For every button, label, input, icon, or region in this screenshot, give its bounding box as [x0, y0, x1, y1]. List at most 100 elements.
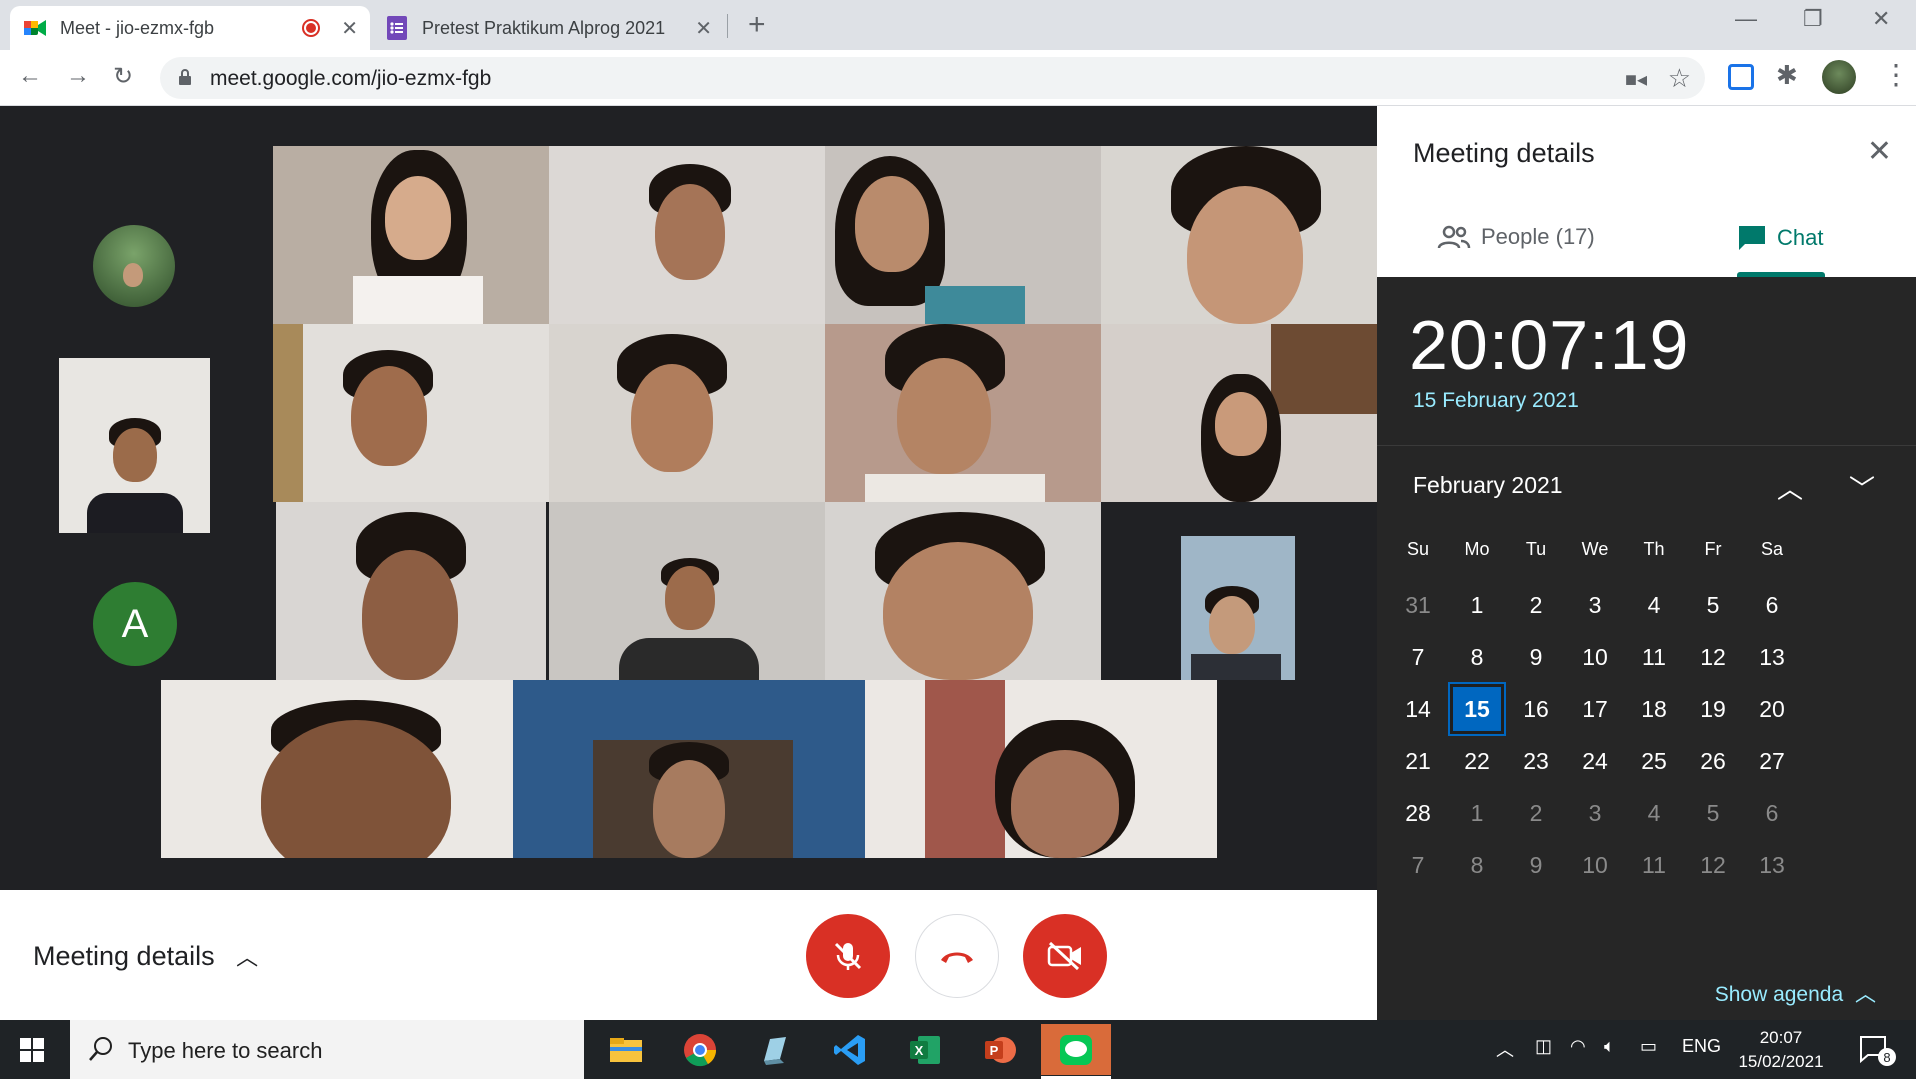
mic-off-button[interactable] — [806, 914, 890, 998]
pen-app-icon[interactable] — [740, 1024, 810, 1075]
close-panel-icon[interactable]: ✕ — [1867, 134, 1892, 169]
tab-meet[interactable]: Meet - jio-ezmx-fgb ✕ — [10, 6, 370, 50]
calendar-day[interactable]: 10 — [1571, 843, 1619, 887]
reload-icon[interactable]: ↻ — [113, 62, 133, 91]
tab-chat[interactable]: Chat — [1737, 224, 1823, 252]
restore-icon[interactable]: ❐ — [1803, 6, 1823, 32]
taskbar-clock[interactable]: 20:07 15/02/2021 — [1736, 1026, 1826, 1074]
calendar-day[interactable]: 3 — [1571, 583, 1619, 627]
calendar-day[interactable]: 12 — [1689, 843, 1737, 887]
leave-call-button[interactable] — [915, 914, 999, 998]
calendar-day[interactable]: 2 — [1512, 791, 1560, 835]
calendar-day[interactable]: 25 — [1630, 739, 1678, 783]
calendar-day[interactable]: 1 — [1453, 583, 1501, 627]
calendar-day[interactable]: 14 — [1394, 687, 1442, 731]
calendar-day[interactable]: 31 — [1394, 583, 1442, 627]
calendar-day[interactable]: 24 — [1571, 739, 1619, 783]
calendar-day[interactable]: 8 — [1453, 635, 1501, 679]
calendar-day[interactable]: 13 — [1748, 635, 1796, 679]
minimize-icon[interactable]: — — [1735, 6, 1757, 32]
translate-icon[interactable] — [1728, 64, 1754, 90]
address-bar[interactable]: meet.google.com/jio-ezmx-fgb ■◂ ☆ — [160, 57, 1705, 99]
participant-tile[interactable] — [549, 502, 825, 680]
calendar-day[interactable]: 6 — [1748, 583, 1796, 627]
tab-pretest[interactable]: Pretest Praktikum Alprog 2021 ✕ — [372, 6, 724, 50]
calendar-day[interactable]: 11 — [1630, 843, 1678, 887]
calendar-day[interactable]: 6 — [1748, 791, 1796, 835]
calendar-day[interactable]: 17 — [1571, 687, 1619, 731]
extensions-icon[interactable]: ✱ — [1776, 60, 1798, 91]
excel-icon[interactable]: X — [890, 1024, 960, 1075]
back-icon[interactable]: ← — [18, 62, 42, 90]
calendar-day[interactable]: 13 — [1748, 843, 1796, 887]
calendar-day[interactable]: 2 — [1512, 583, 1560, 627]
participant-tile[interactable] — [59, 358, 210, 533]
participant-tile[interactable] — [825, 502, 1101, 680]
participant-avatar[interactable] — [93, 225, 175, 307]
calendar-day[interactable]: 1 — [1453, 791, 1501, 835]
taskbar-search-box[interactable]: Type here to search — [70, 1020, 584, 1079]
battery-icon[interactable]: ▭ — [1640, 1036, 1657, 1057]
wifi-icon[interactable]: ◠ — [1570, 1036, 1586, 1057]
windows-start-icon[interactable] — [20, 1038, 44, 1062]
calendar-day[interactable]: 20 — [1748, 687, 1796, 731]
participant-tile[interactable] — [549, 146, 825, 324]
calendar-day[interactable]: 16 — [1512, 687, 1560, 731]
calendar-day[interactable]: 27 — [1748, 739, 1796, 783]
language-indicator[interactable]: ENG — [1682, 1036, 1721, 1057]
profile-avatar[interactable] — [1822, 60, 1856, 94]
calendar-day[interactable]: 7 — [1394, 843, 1442, 887]
action-center-icon[interactable]: 8 — [1858, 1034, 1896, 1066]
tray-overflow-icon[interactable]: ︿ — [1496, 1036, 1514, 1062]
calendar-day[interactable]: 3 — [1571, 791, 1619, 835]
file-explorer-icon[interactable] — [591, 1024, 661, 1075]
participant-tile[interactable] — [1101, 146, 1377, 324]
calendar-day[interactable]: 8 — [1453, 843, 1501, 887]
participant-initial-avatar[interactable]: A — [93, 582, 177, 666]
menu-icon[interactable]: ⋮ — [1882, 58, 1910, 91]
calendar-day[interactable]: 9 — [1512, 843, 1560, 887]
calendar-day[interactable]: 23 — [1512, 739, 1560, 783]
camera-icon[interactable]: ■◂ — [1625, 67, 1647, 92]
participant-tile[interactable] — [513, 680, 865, 858]
chevron-up-icon[interactable]: ︿ — [1777, 469, 1803, 506]
calendar-day[interactable]: 22 — [1453, 739, 1501, 783]
participant-tile[interactable] — [1101, 324, 1377, 502]
vscode-icon[interactable] — [815, 1024, 885, 1075]
chevron-down-icon[interactable]: ﹀ — [1849, 469, 1875, 506]
calendar-day[interactable]: 18 — [1630, 687, 1678, 731]
participant-tile[interactable] — [161, 680, 513, 858]
calendar-day[interactable]: 5 — [1689, 791, 1737, 835]
participant-tile[interactable] — [865, 680, 1217, 858]
calendar-day[interactable]: 12 — [1689, 635, 1737, 679]
calendar-day[interactable]: 21 — [1394, 739, 1442, 783]
calendar-day[interactable]: 11 — [1630, 635, 1678, 679]
volume-icon[interactable]: 🔈︎ — [1604, 1036, 1615, 1057]
participant-tile[interactable] — [1181, 536, 1295, 680]
calendar-day[interactable]: 4 — [1630, 791, 1678, 835]
powerpoint-icon[interactable]: P — [965, 1024, 1035, 1075]
participant-tile[interactable] — [276, 502, 546, 680]
meeting-details-button[interactable]: Meeting details ︿ — [33, 940, 258, 972]
calendar-day[interactable]: 9 — [1512, 635, 1560, 679]
participant-tile[interactable] — [825, 146, 1101, 324]
forward-icon[interactable]: → — [66, 62, 90, 90]
calendar-day[interactable]: 4 — [1630, 583, 1678, 627]
calendar-day-today[interactable]: 15 — [1450, 684, 1504, 734]
calendar-month-label[interactable]: February 2021 — [1413, 472, 1563, 499]
new-tab-icon[interactable]: + — [748, 8, 766, 42]
calendar-day[interactable]: 19 — [1689, 687, 1737, 731]
calendar-day[interactable]: 7 — [1394, 635, 1442, 679]
calendar-day[interactable]: 10 — [1571, 635, 1619, 679]
calendar-day[interactable]: 28 — [1394, 791, 1442, 835]
participant-tile[interactable] — [549, 324, 825, 502]
participant-tile[interactable] — [273, 146, 549, 324]
calendar-day[interactable]: 26 — [1689, 739, 1737, 783]
close-tab-icon[interactable]: ✕ — [341, 16, 358, 41]
bookmark-star-icon[interactable]: ☆ — [1668, 63, 1691, 94]
line-app-icon[interactable] — [1041, 1024, 1111, 1075]
meet-now-icon[interactable]: ◫ — [1535, 1036, 1552, 1057]
close-tab-icon[interactable]: ✕ — [695, 16, 712, 41]
participant-tile[interactable] — [825, 324, 1101, 502]
full-date-link[interactable]: 15 February 2021 — [1413, 389, 1579, 413]
